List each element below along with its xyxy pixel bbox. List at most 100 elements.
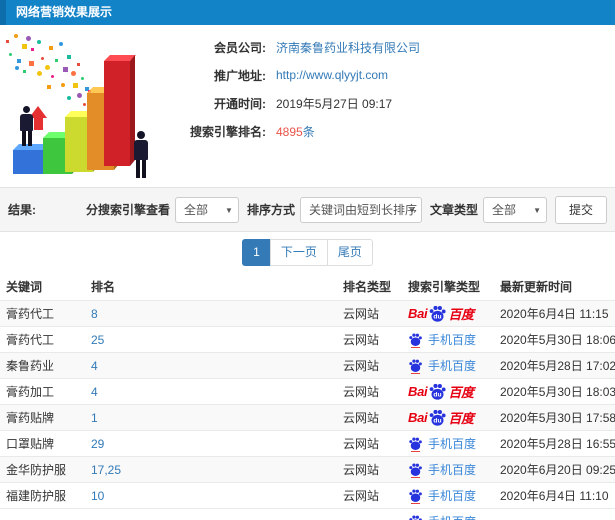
engine-view-label: 分搜索引擎查看 [85, 203, 170, 217]
baidu-paw-icon: du [430, 383, 446, 400]
table-row: 手机百度 [0, 508, 615, 520]
pagination: 1 下一页 尾页 [242, 238, 373, 266]
confetti-dot [22, 44, 27, 49]
rank-link[interactable]: 29 [91, 437, 104, 451]
engine-cell: Bai du 百度 [402, 304, 494, 323]
rank-cell: 17,25 [85, 463, 337, 477]
sort-label: 排序方式 [246, 203, 295, 217]
mobile-baidu-logo: 手机百度 [408, 357, 494, 374]
info-row-value: 2019年5月27日 09:17 [276, 96, 393, 111]
baidu-logo-hanzi: 百度 [448, 411, 474, 426]
info-row-value[interactable]: http://www.qlyyjt.com [276, 68, 388, 82]
info-row-value[interactable]: 济南秦鲁药业科技有限公司 [276, 39, 420, 56]
table-row: 膏药代工 25 云网站 手机百度 2020年5月30日 18:06 [0, 326, 615, 352]
mobile-baidu-logo: 手机百度 [408, 435, 494, 452]
confetti-dot [31, 48, 34, 51]
confetti-dot [77, 93, 82, 98]
svg-text:du: du [434, 418, 442, 425]
info-row: 会员公司: 济南秦鲁药业科技有限公司 [176, 33, 420, 61]
sort-select[interactable]: 关键词由短到长排序 ▼ [299, 196, 422, 223]
engine-view-select[interactable]: 全部 ▼ [174, 196, 239, 223]
rank-cell: 4 [85, 359, 337, 373]
time-cell: 2020年5月28日 17:02 [500, 359, 615, 373]
confetti-dot [71, 71, 76, 76]
baidu-paw-icon [409, 437, 422, 450]
confetti-dot [29, 61, 34, 66]
page-title: 网络营销效果展示 [0, 0, 615, 25]
rank-type-cell: 云网站 [343, 463, 380, 477]
mobile-baidu-label: 手机百度 [428, 489, 477, 503]
baidu-paw-icon: du [430, 409, 446, 426]
confetti-dot [67, 96, 71, 100]
rank-type-cell: 云网站 [343, 307, 380, 321]
time-cell: 2020年6月4日 11:15 [500, 307, 609, 321]
member-info-section: 会员公司: 济南秦鲁药业科技有限公司 推广地址: http://www.qlyyjt.… [0, 25, 615, 187]
baidu-paw-icon [409, 489, 422, 502]
submit-button[interactable]: 提交 [554, 195, 607, 224]
engine-cell: 手机百度 [402, 461, 494, 478]
column-header: 排名 [91, 279, 116, 294]
rank-cell: 25 [85, 333, 337, 347]
last-page-button[interactable]: 尾页 [326, 238, 373, 266]
info-row: 推广地址: http://www.qlyyjt.com [176, 61, 420, 89]
keyword-cell: 膏药代工 [6, 333, 55, 347]
time-cell: 2020年6月20日 09:25 [500, 463, 615, 477]
baidu-paw-icon [409, 515, 422, 520]
filter-bar: 结果: 分搜索引擎查看 全部 ▼ 排序方式 关键词由短到长排序 ▼ 文章类型 全部 ▼… [0, 187, 615, 232]
baidu-logo-hanzi: 百度 [448, 307, 474, 322]
baidu-logo: Bai du 百度 [408, 408, 494, 427]
article-type-label: 文章类型 [429, 203, 478, 217]
mobile-baidu-paw-icon [408, 462, 423, 478]
table-row: 秦鲁药业 4 云网站 手机百度 2020年5月28日 17:02 [0, 352, 615, 378]
rank-link[interactable]: 4 [91, 385, 98, 399]
mobile-baidu-logo: 手机百度 [408, 331, 494, 348]
confetti-dot [61, 83, 65, 87]
table-row: 金华防护服 17,25 云网站 手机百度 2020年6月20日 09:25 [0, 456, 615, 482]
filter-controls: 分搜索引擎查看 全部 ▼ 排序方式 关键词由短到长排序 ▼ 文章类型 全部 ▼ 提交 [78, 195, 607, 224]
svg-text:du: du [434, 392, 442, 399]
ranking-count-unit: 条 [302, 124, 315, 139]
table-body: 膏药代工 8 云网站 Bai du 百度 2020年6月4日 11:15 膏药代工 25 云网站手… [0, 300, 615, 508]
engine-cell: 手机百度 [402, 357, 494, 374]
rank-link[interactable]: 4 [91, 359, 98, 373]
rank-cell: 4 [85, 385, 337, 399]
confetti-dot [49, 46, 53, 50]
info-row: 搜索引擎排名: 4895条 [176, 117, 420, 145]
rank-link[interactable]: 1 [91, 411, 98, 425]
time-cell: 2020年5月30日 18:03 [500, 385, 615, 399]
up-arrow-stem [34, 116, 43, 130]
table-partial-row-clip: 手机百度 [0, 508, 615, 520]
keyword-cell: 金华防护服 [6, 463, 67, 477]
next-page-button[interactable]: 下一页 [269, 238, 328, 266]
rank-link[interactable]: 10 [91, 489, 104, 503]
page-1-button[interactable]: 1 [242, 238, 271, 266]
mobile-baidu-logo: 手机百度 [408, 461, 494, 478]
rank-type-cell: 云网站 [343, 411, 380, 425]
table-row: 膏药加工 4 云网站 Bai du 百度 2020年5月30日 18:03 [0, 378, 615, 404]
engine-cell: 手机百度 [402, 435, 494, 452]
confetti-dot [47, 85, 51, 89]
confetti-dot [83, 103, 86, 106]
table-row: 口罩贴牌 29 云网站 手机百度 2020年5月28日 16:55 [0, 430, 615, 456]
rank-link[interactable]: 25 [91, 333, 104, 347]
column-header: 关键词 [6, 279, 43, 294]
info-row-label: 开通时间: [214, 96, 266, 111]
keyword-cell: 膏药贴牌 [6, 411, 55, 425]
rank-link[interactable]: 17,25 [91, 463, 121, 477]
rank-link[interactable]: 8 [91, 307, 98, 321]
article-type-select[interactable]: 全部 ▼ [482, 196, 547, 223]
mobile-baidu-logo: 手机百度 [408, 487, 494, 504]
engine-cell: 手机百度 [402, 513, 494, 520]
table-header-row: 关键词 排名 排名类型 搜索引擎类型 最新更新时间 [0, 272, 615, 300]
keyword-cell: 膏药代工 [6, 307, 55, 321]
baidu-logo: Bai du 百度 [408, 304, 494, 323]
time-cell: 2020年6月4日 11:10 [500, 489, 609, 503]
chevron-down-icon: ▼ [408, 205, 416, 215]
bar-chart-growth-illustration [0, 30, 175, 182]
marketing-report-page: 网络营销效果展示 会员公司: 济南秦鲁药业科技有限公司 推广地址: http://ww… [0, 0, 615, 520]
confetti-dot [77, 63, 80, 66]
rank-type-cell: 云网站 [343, 489, 380, 503]
result-label: 结果: [8, 203, 36, 217]
confetti-dot [15, 66, 19, 70]
confetti-dot [41, 57, 44, 60]
